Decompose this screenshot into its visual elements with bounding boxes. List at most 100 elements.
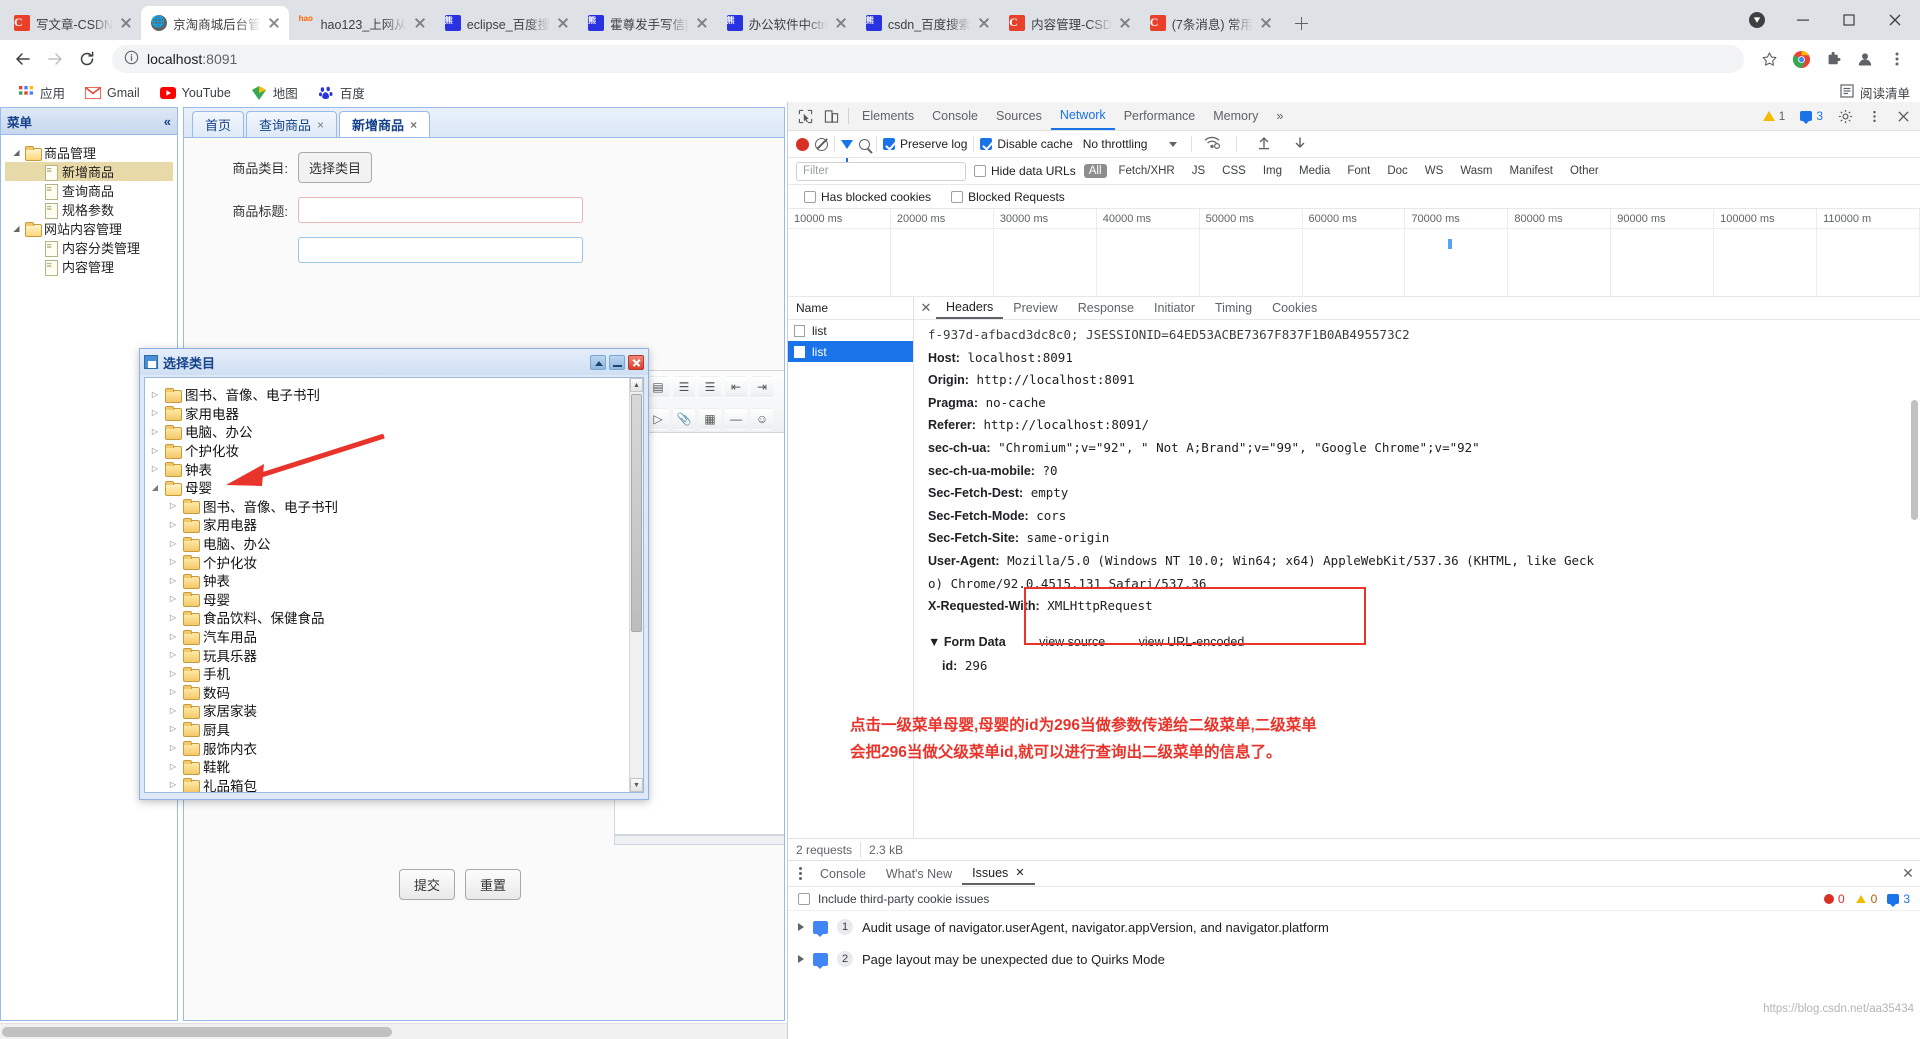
table-icon[interactable]: ▦ xyxy=(699,408,721,430)
dialog-minimize-button[interactable] xyxy=(609,354,625,370)
wifi-settings-icon[interactable] xyxy=(1204,136,1221,152)
browser-tab[interactable]: 熊办公软件中ctrl xyxy=(717,6,856,40)
browser-tab-close-icon[interactable] xyxy=(119,16,133,30)
category-tree-node[interactable]: ▷ 厨具 xyxy=(149,720,629,739)
submit-button[interactable]: 提交 xyxy=(399,869,456,900)
browser-tab-close-icon[interactable] xyxy=(556,16,570,30)
content-tab[interactable]: 首页 xyxy=(192,111,245,137)
network-overview-timeline[interactable]: 10000 ms 20000 ms 30000 ms 40000 ms 50000 ms… xyxy=(788,209,1920,297)
page-horizontal-scrollbar[interactable] xyxy=(0,1023,787,1039)
sidebar-collapse-icon[interactable]: « xyxy=(164,114,171,129)
message-count-badge[interactable]: 3 xyxy=(1794,108,1829,124)
attachment-icon[interactable]: 📎 xyxy=(673,408,695,430)
product-title-input[interactable] xyxy=(298,197,583,223)
browser-tab-close-icon[interactable] xyxy=(1259,16,1273,30)
site-info-icon[interactable] xyxy=(124,50,139,68)
drawer-tab[interactable]: What's New xyxy=(876,863,962,885)
sidebar-tree-node[interactable]: 新增商品 xyxy=(5,162,173,181)
category-tree-node[interactable]: ▷ 电脑、办公 xyxy=(149,534,629,553)
record-button-icon[interactable] xyxy=(796,137,809,151)
address-bar[interactable]: localhost:8091 xyxy=(112,45,1744,73)
devtools-tab-elements[interactable]: Elements xyxy=(853,102,923,130)
tree-expand-icon[interactable]: ▷ xyxy=(149,427,161,436)
category-tree-node[interactable]: ▷ 电脑、办公 xyxy=(149,422,629,441)
bookmark-gmail[interactable]: Gmail xyxy=(77,82,148,104)
devtools-tab-sources[interactable]: Sources xyxy=(987,102,1051,130)
category-tree-node[interactable]: ▷ 图书、音像、电子书刊 xyxy=(149,385,629,404)
resource-type-filter[interactable]: Media xyxy=(1294,164,1335,178)
outdent-icon[interactable]: ⇤ xyxy=(725,376,747,398)
extensions-icon[interactable] xyxy=(1818,44,1848,74)
browser-tab-close-icon[interactable] xyxy=(1118,16,1132,30)
tree-expand-icon[interactable]: ▷ xyxy=(167,762,179,771)
expand-arrow-icon[interactable] xyxy=(798,923,804,931)
scroll-thumb[interactable] xyxy=(631,394,642,632)
drawer-close-icon[interactable]: ✕ xyxy=(1896,862,1920,886)
browser-tab-close-icon[interactable] xyxy=(267,16,281,30)
editor-resize-handle[interactable]: ⋯ xyxy=(614,835,784,845)
tree-expand-icon[interactable]: ◢ xyxy=(11,223,22,234)
profile-badge-icon[interactable] xyxy=(1734,0,1780,40)
tree-expand-icon[interactable]: ▷ xyxy=(167,687,179,696)
resource-type-filter[interactable]: Doc xyxy=(1382,164,1412,178)
category-tree-node[interactable]: ▷ 数码 xyxy=(149,683,629,702)
tree-expand-icon[interactable]: ▷ xyxy=(167,594,179,603)
browser-tab-close-icon[interactable] xyxy=(695,16,709,30)
emoji-icon[interactable]: ☺ xyxy=(751,408,773,430)
detail-tab-cookies[interactable]: Cookies xyxy=(1262,297,1327,319)
inspect-element-icon[interactable] xyxy=(792,103,818,129)
tree-expand-icon[interactable] xyxy=(29,204,40,215)
clear-network-log-icon[interactable] xyxy=(815,137,828,151)
preserve-log-checkbox[interactable]: Preserve log xyxy=(883,137,967,151)
resource-type-filter[interactable]: Img xyxy=(1258,164,1287,178)
dialog-close-button[interactable] xyxy=(628,354,644,370)
tree-expand-icon[interactable]: ▷ xyxy=(149,446,161,455)
bookmark-youtube[interactable]: YouTube xyxy=(152,82,239,104)
forward-button[interactable] xyxy=(40,44,70,74)
resource-type-filter[interactable]: WS xyxy=(1420,164,1449,178)
view-url-encoded-link[interactable]: view URL-encoded xyxy=(1139,635,1245,649)
detail-tab-timing[interactable]: Timing xyxy=(1205,297,1262,319)
browser-tab[interactable]: 熊 csdn_百度搜索 xyxy=(856,6,999,40)
reset-button[interactable]: 重置 xyxy=(465,869,522,900)
issue-row[interactable]: 1 Audit usage of navigator.userAgent, nav… xyxy=(788,911,1920,943)
content-tab[interactable]: 查询商品 × xyxy=(246,111,338,137)
resource-type-filter[interactable]: JS xyxy=(1187,164,1210,178)
sidebar-tree-node[interactable]: ◢ 网站内容管理 xyxy=(5,219,173,238)
category-tree-node[interactable]: ▷ 服饰内衣 xyxy=(149,738,629,757)
view-source-link[interactable]: view source xyxy=(1039,635,1105,649)
gear-icon[interactable] xyxy=(1832,103,1858,129)
category-tree-node[interactable]: ◢ 母婴 xyxy=(149,478,629,497)
page-scrollbar-thumb[interactable] xyxy=(2,1027,392,1037)
devtools-tab-performance[interactable]: Performance xyxy=(1115,102,1205,130)
chevron-down-icon[interactable] xyxy=(1169,141,1178,147)
chrome-profile-icon[interactable] xyxy=(1786,44,1816,74)
tree-expand-icon[interactable]: ▷ xyxy=(167,743,179,752)
tree-expand-icon[interactable]: ▷ xyxy=(167,613,179,622)
category-tree-node[interactable]: ▷ 钟表 xyxy=(149,571,629,590)
filter-input[interactable]: Filter xyxy=(796,161,966,181)
new-tab-button[interactable] xyxy=(1287,9,1315,37)
window-close-button[interactable] xyxy=(1872,0,1918,40)
detail-close-icon[interactable]: ✕ xyxy=(916,298,936,318)
tree-expand-icon[interactable]: ▷ xyxy=(149,408,161,417)
detail-tab-headers[interactable]: Headers xyxy=(936,297,1004,319)
import-har-icon[interactable] xyxy=(1257,136,1271,153)
resource-type-filter[interactable]: Wasm xyxy=(1455,164,1497,178)
request-row[interactable]: list xyxy=(788,341,913,362)
detail-tab-preview[interactable]: Preview xyxy=(1003,297,1067,319)
detail-tab-response[interactable]: Response xyxy=(1068,297,1144,319)
chrome-menu-icon[interactable] xyxy=(1882,44,1912,74)
tree-expand-icon[interactable]: ▷ xyxy=(167,557,179,566)
dialog-restore-button[interactable] xyxy=(590,354,606,370)
browser-tab[interactable]: C 写文章-CSDN xyxy=(4,6,141,40)
sidebar-tree-node[interactable]: 规格参数 xyxy=(5,200,173,219)
issue-row[interactable]: 2 Page layout may be unexpected due to Qu… xyxy=(788,943,1920,975)
tree-expand-icon[interactable]: ▷ xyxy=(167,632,179,641)
warning-count-badge[interactable]: 1 xyxy=(1757,108,1792,124)
browser-tab[interactable]: C (7条消息) 常用 xyxy=(1140,6,1281,40)
detail-tab-initiator[interactable]: Initiator xyxy=(1144,297,1205,319)
devtools-close-icon[interactable] xyxy=(1890,103,1916,129)
user-avatar-icon[interactable] xyxy=(1850,44,1880,74)
category-tree-node[interactable]: ▷ 家用电器 xyxy=(149,404,629,423)
